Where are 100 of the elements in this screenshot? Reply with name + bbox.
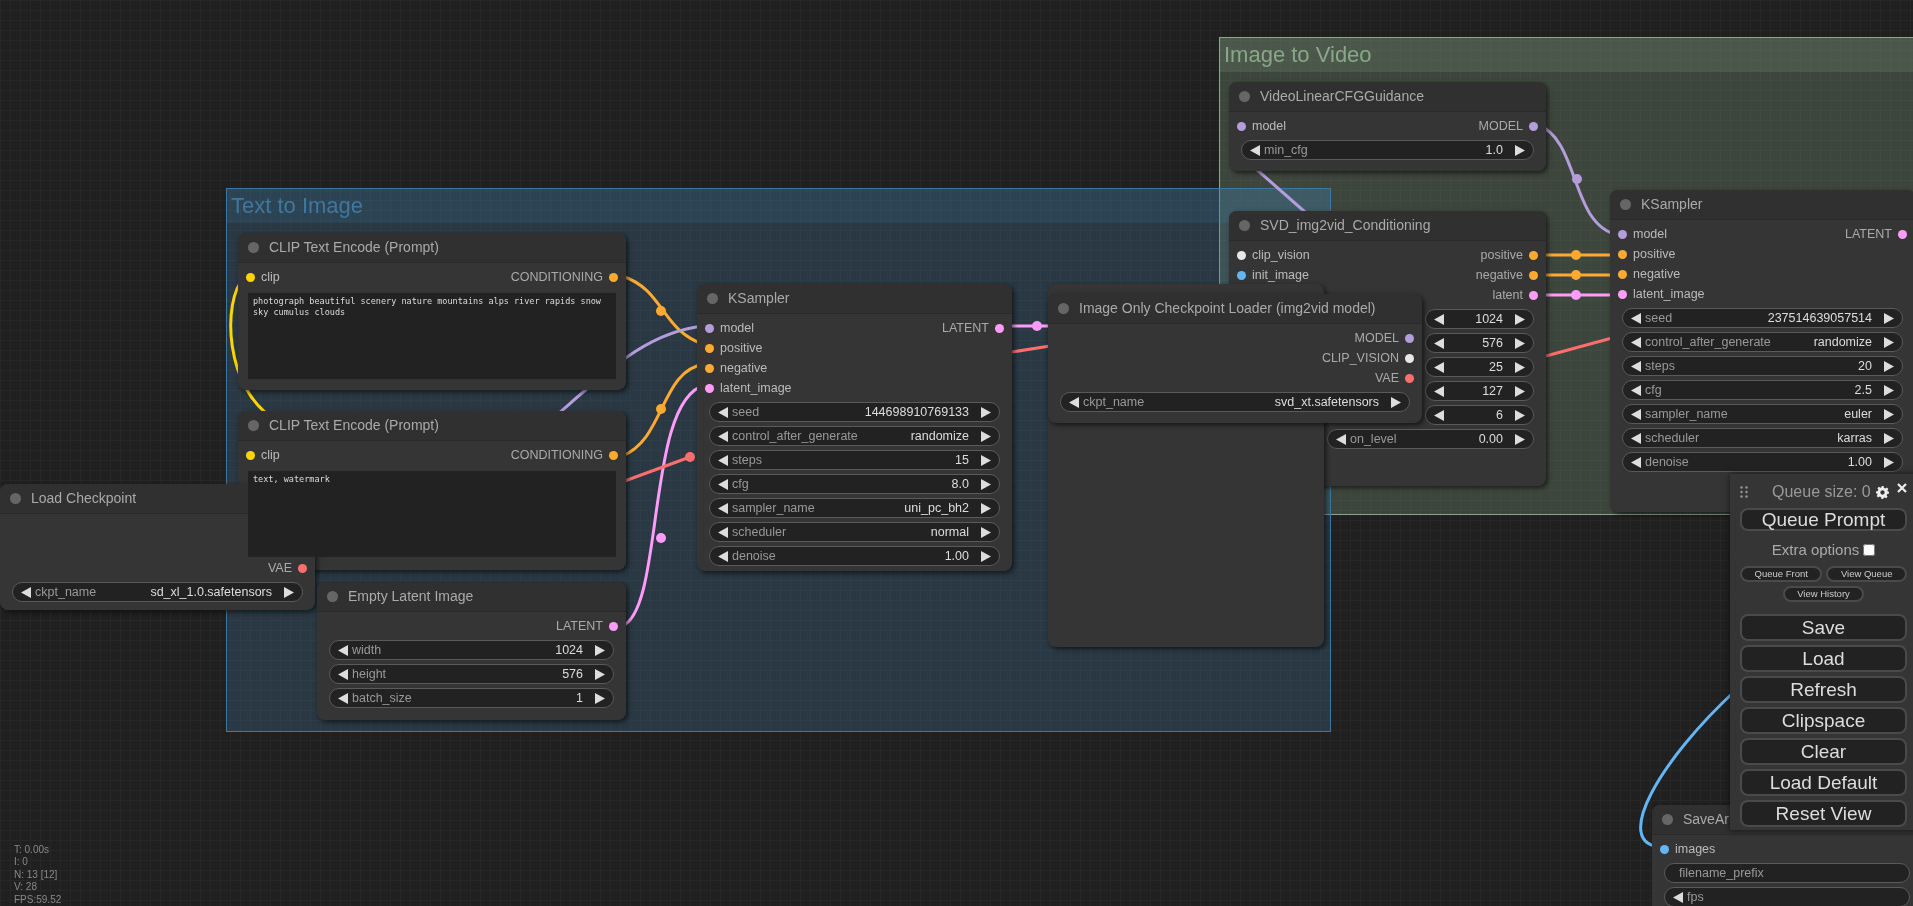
input-slot[interactable] <box>1618 229 1627 239</box>
output-slot[interactable] <box>1529 121 1538 131</box>
input-slot[interactable] <box>1237 270 1246 280</box>
node-dot-icon[interactable] <box>327 591 338 602</box>
increment-arrow-icon[interactable] <box>1884 336 1894 348</box>
number-widget[interactable]: height 576 <box>329 664 614 684</box>
node-dot-icon[interactable] <box>1662 814 1673 825</box>
node-dot-icon[interactable] <box>1239 91 1250 102</box>
node-dot-icon[interactable] <box>248 242 259 253</box>
drag-handle-icon[interactable] <box>1740 486 1748 498</box>
input-slot[interactable] <box>1237 121 1246 131</box>
settings-icon[interactable] <box>1876 485 1889 499</box>
decrement-arrow-icon[interactable] <box>1434 337 1444 349</box>
menu-button[interactable]: Load <box>1740 644 1907 672</box>
decrement-arrow-icon[interactable] <box>1631 360 1641 372</box>
queue-option-button[interactable]: Queue Front <box>1740 565 1823 582</box>
increment-arrow-icon[interactable] <box>981 526 991 538</box>
output-slot[interactable] <box>609 272 618 282</box>
increment-arrow-icon[interactable] <box>595 692 605 704</box>
increment-arrow-icon[interactable] <box>981 406 991 418</box>
number-widget[interactable]: 25 <box>1425 357 1534 377</box>
node-dot-icon[interactable] <box>707 293 718 304</box>
increment-arrow-icon[interactable] <box>981 550 991 562</box>
input-slot[interactable] <box>1618 269 1627 279</box>
node-dot-icon[interactable] <box>1620 199 1631 210</box>
decrement-arrow-icon[interactable] <box>1631 456 1641 468</box>
decrement-arrow-icon[interactable] <box>718 550 728 562</box>
menu-button[interactable]: Refresh <box>1740 675 1907 703</box>
combo-widget[interactable]: ckpt_name sd_xl_1.0.safetensors <box>12 582 303 602</box>
number-widget[interactable]: 576 <box>1425 333 1534 353</box>
input-slot[interactable] <box>705 323 714 333</box>
increment-arrow-icon[interactable] <box>1515 361 1525 373</box>
input-slot[interactable] <box>1660 844 1669 854</box>
decrement-arrow-icon[interactable] <box>1631 432 1641 444</box>
increment-arrow-icon[interactable] <box>1884 312 1894 324</box>
increment-arrow-icon[interactable] <box>1515 385 1525 397</box>
decrement-arrow-icon[interactable] <box>1673 891 1683 903</box>
increment-arrow-icon[interactable] <box>1515 313 1525 325</box>
decrement-arrow-icon[interactable] <box>718 478 728 490</box>
output-slot[interactable] <box>298 563 307 573</box>
input-slot[interactable] <box>1237 250 1246 260</box>
decrement-arrow-icon[interactable] <box>1250 144 1260 156</box>
increment-arrow-icon[interactable] <box>284 586 294 598</box>
decrement-arrow-icon[interactable] <box>1069 396 1079 408</box>
node-dot-icon[interactable] <box>1058 303 1069 314</box>
combo-widget[interactable]: scheduler karras <box>1622 428 1903 448</box>
text-widget[interactable]: filename_prefix <box>1664 863 1910 883</box>
decrement-arrow-icon[interactable] <box>21 586 31 598</box>
number-widget[interactable]: seed 144698910769133 <box>709 402 1000 422</box>
decrement-arrow-icon[interactable] <box>338 644 348 656</box>
increment-arrow-icon[interactable] <box>1515 337 1525 349</box>
decrement-arrow-icon[interactable] <box>1631 312 1641 324</box>
decrement-arrow-icon[interactable] <box>338 692 348 704</box>
node-dot-icon[interactable] <box>10 493 21 504</box>
decrement-arrow-icon[interactable] <box>1631 384 1641 396</box>
queue-option-button[interactable]: View Queue <box>1826 565 1907 582</box>
menu-button[interactable]: Save <box>1740 613 1907 641</box>
decrement-arrow-icon[interactable] <box>1434 313 1444 325</box>
combo-widget[interactable]: control_after_generate randomize <box>1622 332 1903 352</box>
number-widget[interactable]: on_level 0.00 <box>1327 429 1534 449</box>
number-widget[interactable]: width 1024 <box>329 640 614 660</box>
menu-button[interactable]: Clear <box>1740 737 1907 765</box>
number-widget[interactable]: denoise 1.00 <box>709 546 1000 566</box>
output-slot[interactable] <box>1529 290 1538 300</box>
decrement-arrow-icon[interactable] <box>1631 336 1641 348</box>
increment-arrow-icon[interactable] <box>1884 432 1894 444</box>
increment-arrow-icon[interactable] <box>1884 360 1894 372</box>
prompt-field[interactable]: text, watermark <box>248 471 616 557</box>
prompt-field[interactable]: photograph beautiful scenery nature mountains alps river rapids snow sky cumulus clouds <box>248 293 616 379</box>
node-dot-icon[interactable] <box>248 420 259 431</box>
decrement-arrow-icon[interactable] <box>718 526 728 538</box>
output-slot[interactable] <box>609 450 618 460</box>
increment-arrow-icon[interactable] <box>1515 409 1525 421</box>
number-widget[interactable]: cfg 2.5 <box>1622 380 1903 400</box>
number-widget[interactable]: seed 237514639057514 <box>1622 308 1903 328</box>
number-widget[interactable]: 127 <box>1425 381 1534 401</box>
increment-arrow-icon[interactable] <box>981 502 991 514</box>
number-widget[interactable]: cfg 8.0 <box>709 474 1000 494</box>
number-widget[interactable]: steps 15 <box>709 450 1000 470</box>
number-widget[interactable]: 1024 <box>1425 309 1534 329</box>
number-widget[interactable]: denoise 1.00 <box>1622 452 1903 472</box>
menu-button[interactable]: Load Default <box>1740 768 1907 796</box>
menu-button[interactable]: Clipspace <box>1740 706 1907 734</box>
number-widget[interactable]: fps <box>1664 887 1910 906</box>
number-widget[interactable]: batch_size 1 <box>329 688 614 708</box>
decrement-arrow-icon[interactable] <box>338 668 348 680</box>
number-widget[interactable]: 6 <box>1425 405 1534 425</box>
combo-widget[interactable]: sampler_name euler <box>1622 404 1903 424</box>
decrement-arrow-icon[interactable] <box>718 502 728 514</box>
decrement-arrow-icon[interactable] <box>1434 409 1444 421</box>
decrement-arrow-icon[interactable] <box>1434 361 1444 373</box>
input-slot[interactable] <box>705 363 714 373</box>
close-icon[interactable] <box>1897 483 1907 493</box>
decrement-arrow-icon[interactable] <box>1336 433 1346 445</box>
increment-arrow-icon[interactable] <box>1884 456 1894 468</box>
queue-prompt-button[interactable]: Queue Prompt <box>1740 508 1907 531</box>
increment-arrow-icon[interactable] <box>1884 408 1894 420</box>
increment-arrow-icon[interactable] <box>981 454 991 466</box>
combo-widget[interactable]: scheduler normal <box>709 522 1000 542</box>
input-slot[interactable] <box>246 450 255 460</box>
